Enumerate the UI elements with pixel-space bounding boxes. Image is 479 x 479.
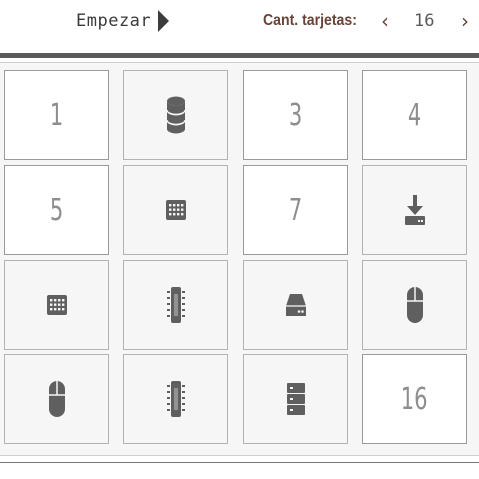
card[interactable] (362, 260, 467, 350)
card-number: 1 (49, 97, 64, 133)
card[interactable]: 3 (243, 70, 348, 160)
keyboard-icon (46, 294, 68, 316)
footer-divider (0, 462, 479, 463)
keyboard-icon (165, 199, 187, 221)
card-board: 1 3 4 5 7 16 (0, 62, 479, 456)
card[interactable]: 7 (243, 165, 348, 255)
chevron-left-icon[interactable]: ‹ (381, 9, 389, 33)
toolbar: Empezar Cant. tarjetas: ‹ 16 › (0, 0, 479, 52)
card-count-label: Cant. tarjetas: (263, 12, 357, 29)
chevron-right-icon[interactable]: › (461, 9, 469, 33)
chip-icon (166, 286, 185, 324)
database-icon (165, 96, 186, 134)
card-number: 7 (288, 192, 303, 228)
card[interactable] (4, 260, 109, 350)
card[interactable] (123, 70, 228, 160)
card-count-value: 16 (414, 11, 435, 31)
hard-drive-icon (285, 292, 307, 318)
card[interactable]: 5 (4, 165, 109, 255)
card[interactable] (123, 260, 228, 350)
card[interactable] (123, 165, 228, 255)
card[interactable] (362, 165, 467, 255)
card-number: 3 (288, 97, 303, 133)
mouse-icon (406, 286, 424, 324)
card-number: 5 (49, 192, 64, 228)
card-number: 16 (401, 381, 428, 417)
card[interactable]: 1 (4, 70, 109, 160)
start-button[interactable]: Empezar (76, 9, 170, 33)
server-icon (286, 382, 306, 416)
download-icon (404, 194, 426, 226)
play-icon (158, 10, 170, 32)
card[interactable] (243, 260, 348, 350)
start-label: Empezar (76, 11, 152, 31)
chip-icon (166, 380, 185, 418)
header-divider (0, 53, 479, 58)
card[interactable] (243, 354, 348, 444)
card[interactable] (123, 354, 228, 444)
card[interactable]: 16 (362, 354, 467, 444)
mouse-icon (48, 380, 66, 418)
card-number: 4 (407, 97, 422, 133)
card[interactable]: 4 (362, 70, 467, 160)
card[interactable] (4, 354, 109, 444)
